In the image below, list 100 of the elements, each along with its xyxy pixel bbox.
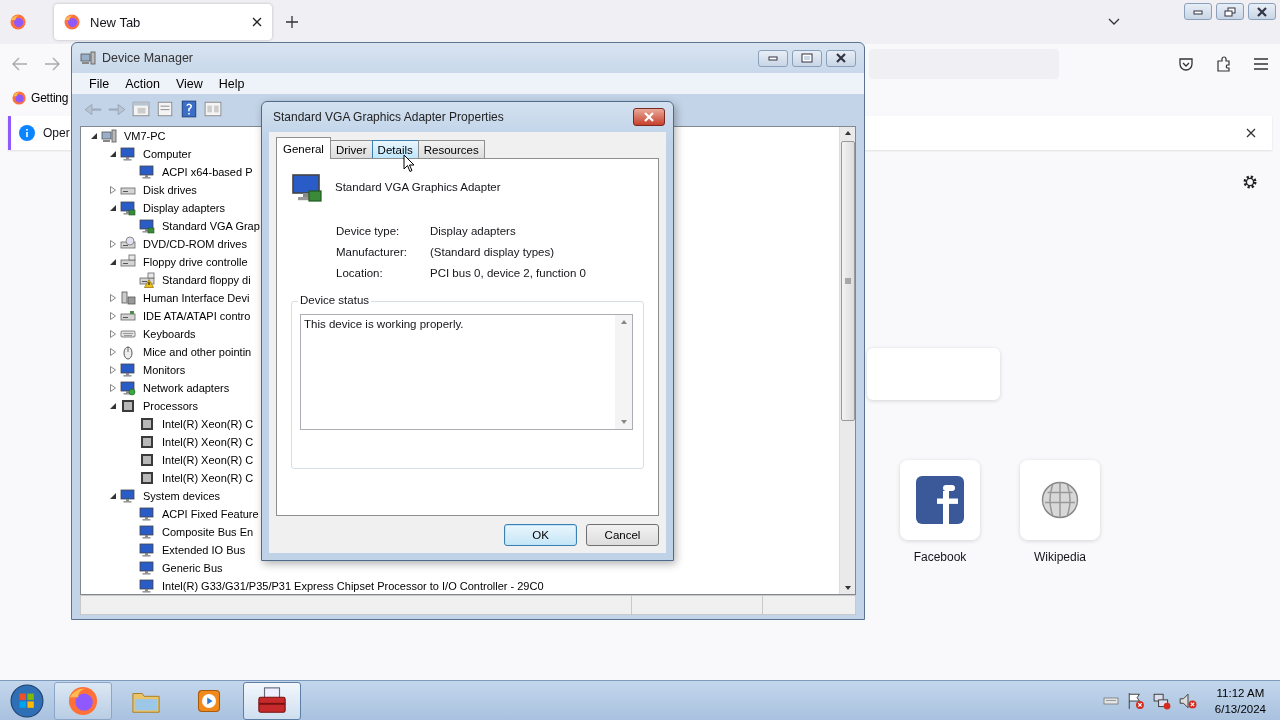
expand-arrow-icon[interactable] [110, 312, 116, 320]
minimize-button[interactable] [1184, 3, 1212, 20]
tree-item[interactable]: Intel(R) G33/G31/P35/P31 Express Chipset Processor to I/O Controller - 29C0 [162, 580, 544, 592]
collapse-arrow-icon[interactable] [109, 492, 117, 500]
restore-button[interactable] [1216, 3, 1244, 20]
chip-icon [139, 416, 155, 432]
shortcut-tile[interactable] [1020, 460, 1100, 540]
shortcut-label: Facebook [913, 550, 967, 564]
taskbar-button[interactable] [243, 681, 301, 720]
tree-item[interactable]: Composite Bus En [162, 526, 254, 538]
dialog-button[interactable]: OK [504, 524, 577, 546]
pocket-icon[interactable] [1178, 56, 1194, 72]
menu-icon[interactable] [1254, 58, 1268, 70]
group-label: Device status [298, 294, 372, 306]
network-error-icon [1152, 691, 1171, 710]
search-field[interactable] [867, 348, 1000, 400]
tree-item[interactable]: ACPI Fixed Feature [162, 508, 259, 520]
tree-item[interactable]: Display adapters [143, 202, 225, 214]
tree-item[interactable]: DVD/CD-ROM drives [143, 238, 247, 250]
close-button[interactable] [826, 49, 856, 67]
menu-item[interactable]: View [168, 74, 210, 93]
browser-tab[interactable]: New Tab [54, 4, 272, 40]
tree-item[interactable]: Intel(R) Xeon(R) C [162, 454, 254, 466]
expand-arrow-icon[interactable] [110, 240, 116, 248]
dialog-tab[interactable]: Details [371, 140, 419, 158]
collapse-arrow-icon[interactable] [109, 150, 117, 158]
close-button[interactable] [633, 108, 665, 126]
browser-icon [64, 14, 80, 30]
tree-item[interactable]: Human Interface Devi [143, 292, 250, 304]
tree-item[interactable]: Disk drives [143, 184, 197, 196]
drive-icon [139, 272, 155, 288]
expand-arrow-icon[interactable] [110, 348, 116, 356]
tree-item[interactable]: Intel(R) Xeon(R) C [162, 436, 254, 448]
close-icon [1256, 6, 1268, 17]
scroll-thumb[interactable] [840, 141, 855, 421]
menu-item[interactable]: Action [118, 74, 167, 93]
disc-drive-icon [120, 236, 136, 252]
expand-arrow-icon[interactable] [110, 366, 116, 374]
help-icon [180, 100, 198, 118]
close-button[interactable] [1248, 3, 1276, 20]
property-label: Location: [336, 267, 384, 279]
monitor-icon [139, 560, 155, 576]
tree-item[interactable]: IDE ATA/ATAPI contro [143, 310, 251, 322]
mouse-icon [120, 344, 136, 360]
tree-item[interactable]: Generic Bus [162, 562, 223, 574]
expand-arrow-icon[interactable] [110, 294, 116, 302]
device-name: Standard VGA Graphics Adapter [335, 181, 501, 193]
minimize-button[interactable] [758, 49, 788, 67]
close-icon[interactable] [252, 17, 262, 27]
tree-item[interactable]: Keyboards [143, 328, 196, 340]
menu-item[interactable]: Help [211, 74, 252, 93]
tree-item[interactable]: Network adapters [143, 382, 230, 394]
tree-item[interactable]: Processors [143, 400, 199, 412]
dialog-tab[interactable]: Driver [329, 140, 373, 158]
expand-arrow-icon[interactable] [110, 384, 116, 392]
collapse-arrow-icon[interactable] [90, 132, 98, 140]
puzzle-icon[interactable] [1216, 56, 1232, 72]
tree-item[interactable]: Mice and other pointin [143, 346, 252, 358]
globe-icon [1040, 480, 1080, 520]
new-tab-icon[interactable] [286, 16, 298, 28]
maximize-button[interactable] [792, 49, 822, 67]
chevron-down-icon[interactable] [1108, 18, 1120, 26]
settings-icon[interactable] [1242, 174, 1258, 190]
monitor-icon [139, 524, 155, 540]
minimize-icon [768, 55, 778, 61]
tree-item[interactable]: Floppy drive controlle [143, 256, 248, 268]
collapse-arrow-icon[interactable] [109, 258, 117, 266]
device-icon [120, 290, 136, 306]
tree-item[interactable]: Monitors [143, 364, 186, 376]
tree-item[interactable]: Computer [143, 148, 192, 160]
toolbox-icon [257, 685, 287, 716]
menu-item[interactable]: File [82, 74, 117, 93]
monitor-icon [120, 146, 136, 162]
tree-item[interactable]: Standard floppy di [162, 274, 251, 286]
tree-item[interactable]: Extended IO Bus [162, 544, 246, 556]
expand-arrow-icon[interactable] [110, 186, 116, 194]
close-icon [643, 112, 655, 122]
tree-item[interactable]: Intel(R) Xeon(R) C [162, 418, 254, 430]
clock-time: 11:12 AM [1216, 685, 1265, 701]
shortcut-tile[interactable] [900, 460, 980, 540]
collapse-arrow-icon[interactable] [109, 204, 117, 212]
scroll-bar[interactable] [839, 127, 855, 594]
dialog-button[interactable]: Cancel [586, 524, 659, 546]
tree-item[interactable]: ACPI x64-based P [162, 166, 253, 178]
display-card-icon [291, 171, 323, 203]
tree-item[interactable]: Intel(R) Xeon(R) C [162, 472, 254, 484]
tree-item[interactable]: System devices [143, 490, 221, 502]
minimize-icon [1193, 8, 1203, 15]
bookmark-item[interactable]: Getting [12, 91, 69, 105]
flag-error-icon [1126, 691, 1145, 710]
collapse-arrow-icon[interactable] [109, 402, 117, 410]
property-label: Manufacturer: [336, 246, 408, 258]
expand-arrow-icon[interactable] [110, 330, 116, 338]
dialog-tab[interactable]: General [276, 137, 331, 159]
tree-item[interactable]: Standard VGA Grap [162, 220, 260, 232]
monitor-icon [120, 362, 136, 378]
close-icon[interactable] [1246, 128, 1256, 138]
tree-item[interactable]: VM7-PC [124, 130, 166, 142]
dialog-tab[interactable]: Resources [417, 140, 485, 158]
restore-icon [1224, 6, 1236, 17]
